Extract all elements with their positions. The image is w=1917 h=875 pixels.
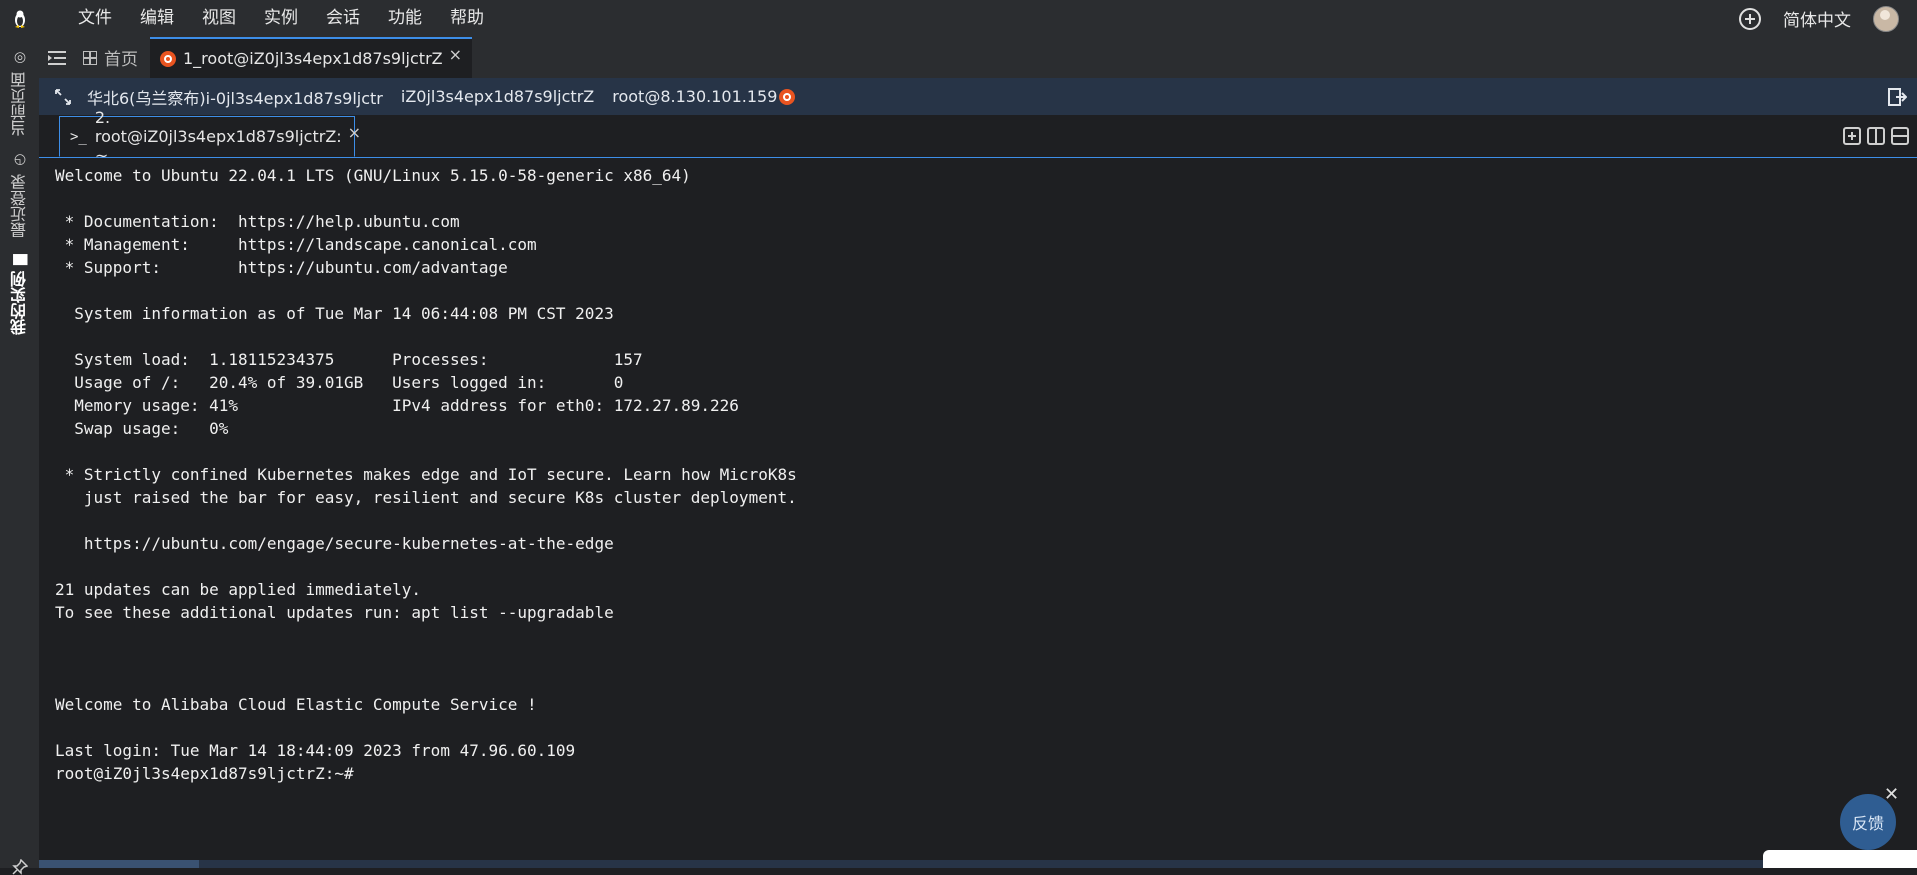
menu-edit[interactable]: 编辑 [126, 0, 188, 37]
app-logo-icon[interactable] [0, 0, 40, 37]
menu-collapse-icon [48, 50, 66, 65]
ubuntu-icon [779, 88, 796, 105]
tab-home-label: 首页 [104, 50, 138, 70]
terminal-line: * Management: https://landscape.canonica… [55, 235, 537, 254]
region-label: 华北6(乌兰察布)i-0jl3s4epx1d87s9ljctr [87, 88, 383, 108]
split-horizontal-icon[interactable] [1891, 127, 1909, 145]
new-terminal-icon[interactable] [1843, 127, 1861, 145]
sidebar-item-current-page[interactable]: 当前页面 ◎ [5, 45, 35, 141]
feedback-label: 反馈 [1851, 814, 1884, 833]
sidebar-item-label: 最近登录 [10, 174, 29, 238]
list-icon: ▇ [12, 254, 28, 266]
close-icon[interactable]: ✕ [1884, 784, 1899, 805]
terminal-line: * Strictly confined Kubernetes makes edg… [55, 465, 797, 484]
sidebar-item-label: 当前页面 [10, 72, 29, 136]
terminal-line: Welcome to Ubuntu 22.04.1 LTS (GNU/Linux… [55, 166, 691, 185]
terminal-tab[interactable]: >_ 2. root@iZ0jl3s4epx1d87s9ljctrZ: ~ × [59, 108, 361, 165]
terminal-prompt-line[interactable]: root@iZ0jl3s4epx1d87s9ljctrZ:~# [55, 762, 1917, 785]
sidebar-item-recent-login[interactable]: 最近登录 ◷ [5, 149, 35, 241]
menu-file[interactable]: 文件 [64, 0, 126, 37]
close-icon[interactable]: × [449, 45, 462, 64]
menu-features[interactable]: 功能 [374, 0, 436, 37]
terminal-line: Welcome to Alibaba Cloud Elastic Compute… [55, 695, 537, 714]
menu-help[interactable]: 帮助 [436, 0, 498, 37]
split-vertical-icon[interactable] [1867, 127, 1885, 145]
terminal-tab-strip: >_ 2. root@iZ0jl3s4epx1d87s9ljctrZ: ~ × [39, 108, 1917, 165]
ubuntu-icon [160, 50, 176, 67]
expand-icon[interactable] [53, 87, 73, 107]
terminal-line: Last login: Tue Mar 14 18:44:09 2023 fro… [55, 741, 576, 760]
status-strip-segment [39, 860, 199, 868]
terminal-line: System information as of Tue Mar 14 06:4… [55, 304, 614, 323]
terminal-line: * Documentation: https://help.ubuntu.com [55, 212, 460, 231]
terminal-line: 21 updates can be applied immediately. [55, 580, 422, 599]
tab-session-label: 1_root@iZ0jl3s4epx1d87s9ljctrZ [183, 49, 443, 68]
menubar-right: 简体中文 [1739, 0, 1917, 37]
language-selector[interactable]: 简体中文 [1783, 6, 1851, 31]
tab-session[interactable]: 1_root@iZ0jl3s4epx1d87s9ljctrZ × [150, 37, 473, 78]
terminal-line: just raised the bar for easy, resilient … [55, 488, 797, 507]
hostname-label: iZ0jl3s4epx1d87s9ljctrZ [400, 87, 595, 106]
popup-corner [1763, 850, 1917, 868]
terminal-line: https://ubuntu.com/engage/secure-kuberne… [55, 534, 614, 553]
terminal-line: * Support: https://ubuntu.com/advantage [55, 258, 508, 277]
status-strip [39, 860, 1917, 868]
terminal-icon: >_ [70, 128, 87, 145]
exit-icon[interactable] [1887, 87, 1907, 107]
terminal-line: Usage of /: 20.4% of 39.01GB Users logge… [55, 373, 624, 392]
close-icon[interactable]: × [348, 123, 361, 142]
terminal-line: Swap usage: 0% [55, 419, 229, 438]
terminal-tab-label: 2. root@iZ0jl3s4epx1d87s9ljctrZ: ~ [94, 108, 342, 165]
split-controls [1837, 127, 1909, 145]
menu-view[interactable]: 视图 [188, 0, 250, 37]
left-sidebar: 当前页面 ◎ 最近登录 ◷ 我的实例 ▇ [0, 37, 40, 875]
collapse-sidebar-button[interactable] [39, 37, 75, 78]
terminal-output[interactable]: Welcome to Ubuntu 22.04.1 LTS (GNU/Linux… [39, 158, 1917, 860]
add-circle-icon[interactable] [1739, 7, 1761, 30]
clock-icon: ◷ [12, 152, 28, 168]
grid-icon [83, 50, 97, 65]
menu-session[interactable]: 会话 [312, 0, 374, 37]
terminal-line: To see these additional updates run: apt… [55, 603, 614, 622]
menu-instance[interactable]: 实例 [250, 0, 312, 37]
tab-bar: 首页 1_root@iZ0jl3s4epx1d87s9ljctrZ × [39, 37, 1917, 79]
login-label: root@8.130.101.159 [612, 87, 778, 106]
terminal-line: Memory usage: 41% IPv4 address for eth0:… [55, 396, 739, 415]
pin-icon[interactable] [12, 859, 28, 875]
page-icon: ◎ [12, 50, 28, 66]
sidebar-item-my-instances[interactable]: 我的实例 ▇ [5, 249, 35, 341]
menu-bar: 文件 编辑 视图 实例 会话 功能 帮助 简体中文 [0, 0, 1917, 37]
tab-home[interactable]: 首页 [75, 37, 150, 78]
avatar[interactable] [1873, 5, 1899, 32]
terminal-line: System load: 1.18115234375 Processes: 15… [55, 350, 643, 369]
sidebar-item-label: 我的实例 [10, 271, 29, 336]
